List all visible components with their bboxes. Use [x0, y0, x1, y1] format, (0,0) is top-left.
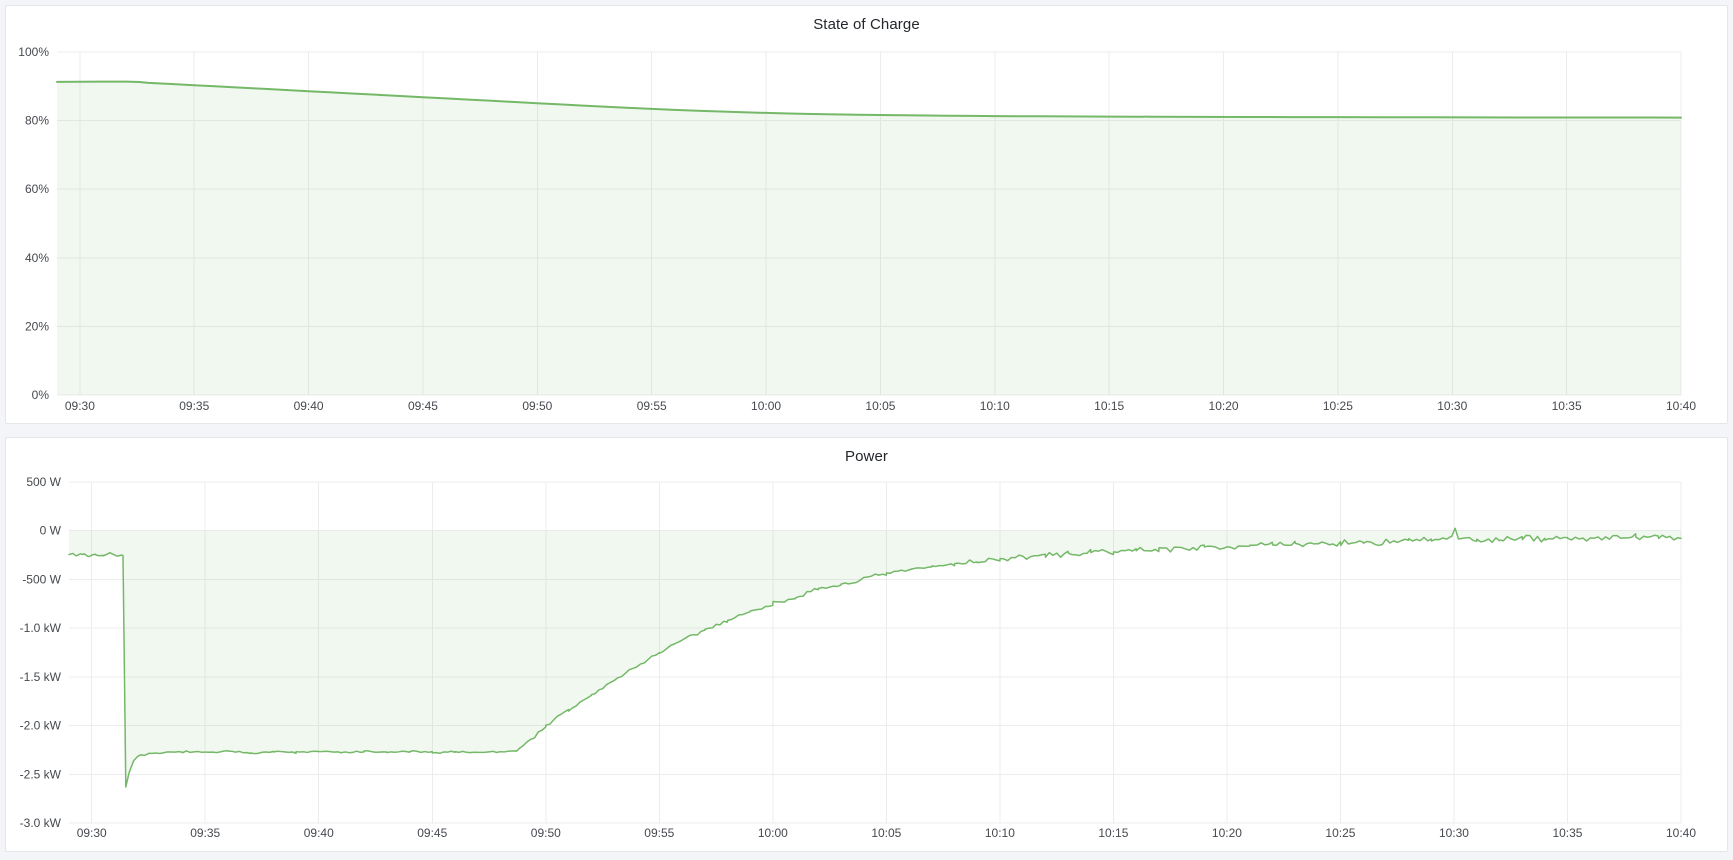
x-tick-label: 10:30 [1437, 399, 1467, 413]
y-tick-label: -500 W [22, 572, 61, 586]
x-tick-label: 10:35 [1552, 826, 1582, 840]
x-tick-label: 09:35 [190, 826, 220, 840]
x-tick-label: 09:45 [408, 399, 438, 413]
power-chart-canvas[interactable]: 09:30 09:35 09:40 09:45 09:50 09:55 10:00 10:05… [6, 438, 1727, 851]
y-tick-label: -1.5 kW [20, 670, 62, 684]
state-of-charge-chart-canvas[interactable]: 09:30 09:35 09:40 09:45 09:50 09:55 10:00 10:05… [6, 6, 1727, 423]
y-tick-label: 20% [25, 319, 49, 333]
x-tick-label: 09:35 [179, 399, 209, 413]
x-axis-labels: 09:30 09:35 09:40 09:45 09:50 09:55 10:00 10:05… [65, 399, 1696, 413]
series-area [57, 82, 1681, 395]
x-tick-label: 09:55 [637, 399, 667, 413]
x-tick-label: 10:00 [758, 826, 788, 840]
x-tick-label: 10:35 [1552, 399, 1582, 413]
x-tick-label: 09:40 [304, 826, 334, 840]
series [69, 528, 1681, 787]
y-tick-label: 100% [18, 45, 49, 59]
x-tick-label: 09:50 [531, 826, 561, 840]
x-tick-label: 10:10 [980, 399, 1010, 413]
series-area [69, 528, 1681, 787]
y-tick-label: -1.0 kW [20, 621, 62, 635]
x-tick-label: 10:15 [1098, 826, 1128, 840]
x-tick-label: 10:30 [1439, 826, 1469, 840]
x-tick-label: 10:15 [1094, 399, 1124, 413]
y-tick-label: 40% [25, 251, 49, 265]
y-tick-label: -2.5 kW [20, 767, 62, 781]
x-tick-label: 10:40 [1666, 826, 1696, 840]
y-tick-label: -3.0 kW [20, 816, 62, 830]
panel-power: Power 09:3009:3509:4009:4509:5009:5510:0… [5, 437, 1728, 852]
x-tick-label: 10:25 [1325, 826, 1355, 840]
x-tick-label: 09:30 [65, 399, 95, 413]
x-tick-label: 10:10 [985, 826, 1015, 840]
x-tick-label: 09:30 [77, 826, 107, 840]
y-tick-label: 80% [25, 114, 49, 128]
panel-state-of-charge: State of Charge 09:3009:3509:4009:4509:5… [5, 5, 1728, 424]
x-tick-label: 09:45 [417, 826, 447, 840]
x-tick-label: 09:55 [644, 826, 674, 840]
series [57, 82, 1681, 395]
x-tick-label: 10:20 [1209, 399, 1239, 413]
x-tick-label: 10:00 [751, 399, 781, 413]
x-tick-label: 10:05 [865, 399, 895, 413]
y-axis-labels: 100% 80% 60% 40% 20% 0% [18, 45, 49, 402]
x-tick-label: 10:05 [871, 826, 901, 840]
y-tick-label: 500 W [26, 475, 61, 489]
y-tick-label: 60% [25, 182, 49, 196]
x-axis-labels: 09:30 09:35 09:40 09:45 09:50 09:55 10:00 10:05… [77, 826, 1697, 840]
y-axis-labels: 500 W 0 W -500 W -1.0 kW -1.5 kW -2.0 kW -2.5 … [20, 475, 62, 830]
x-tick-label: 09:50 [522, 399, 552, 413]
y-tick-label: -2.0 kW [20, 719, 62, 733]
y-tick-label: 0% [32, 388, 50, 402]
dashboard: State of Charge 09:3009:3509:4009:4509:5… [0, 0, 1733, 857]
y-tick-label: 0 W [40, 524, 62, 538]
x-tick-label: 10:25 [1323, 399, 1353, 413]
x-tick-label: 09:40 [294, 399, 324, 413]
x-tick-label: 10:20 [1212, 826, 1242, 840]
x-tick-label: 10:40 [1666, 399, 1696, 413]
